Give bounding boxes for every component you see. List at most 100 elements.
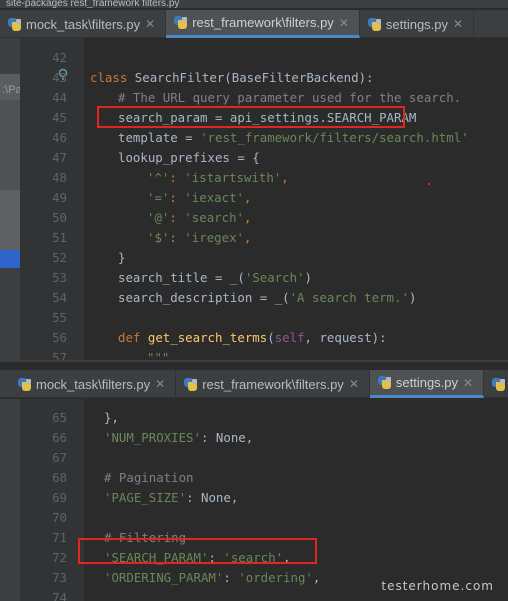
line-number: 48 [52,170,67,185]
line-number: 47 [52,150,67,165]
tab-label: mock_task\filters.py [36,376,151,392]
tab-settings[interactable]: settings.py ✕ [369,370,485,398]
bottom-tab-bar: mock_task\filters.py ✕ rest_framework\fi… [0,370,508,398]
tab-label: rest_framework\filters.py [202,376,344,392]
close-icon[interactable]: ✕ [453,17,463,31]
close-icon[interactable]: ✕ [339,16,349,30]
close-icon[interactable]: ✕ [349,377,359,391]
code-text: } [118,250,126,265]
tab-label: settings.py [385,16,449,32]
code-line: 65}, [0,408,508,428]
python-file-icon [377,376,391,389]
code-text: '$': 'iregex', [147,230,252,245]
tab-mock-task-filters[interactable]: mock_task\filters.py ✕ [0,10,167,38]
line-number: 53 [52,270,67,285]
code-text: '@': 'search', [147,210,252,225]
code-line: 49 '=': 'iexact', [0,188,508,208]
close-icon[interactable]: ✕ [145,17,155,31]
close-icon[interactable]: ✕ [155,377,165,391]
top-editor-pane: site-packages rest_framework filters.py … [0,0,508,360]
code-comment: # Pagination [104,470,194,485]
code-line: 44 # The URL query parameter used for the… [0,88,508,108]
tab-label: settings.py [395,375,459,390]
code-line: 46 template = 'rest_framework/filters/sea… [0,128,508,148]
line-number: 44 [52,90,67,105]
code-text: template = 'rest_framework/filters/searc… [118,130,469,145]
line-number: 70 [52,510,67,525]
line-number: 72 [52,550,67,565]
tab-label: rest_framework\filters.py [192,15,334,30]
highlight-box-search-param [97,106,405,128]
line-number: 56 [52,330,67,345]
tab-rest-framework-filters[interactable]: rest_framework\filters.py ✕ [176,370,370,398]
code-area[interactable]: 42 43 class SearchFilter(BaseFilterBacken… [0,48,508,360]
line-number: 74 [52,590,67,601]
code-line: 57 """ [0,348,508,360]
line-number: 52 [52,250,67,265]
line-number: 42 [52,50,67,65]
bottom-editor-pane: mock_task\filters.py ✕ rest_framework\fi… [0,360,508,601]
python-file-icon [184,377,198,391]
line-number: 55 [52,310,67,325]
code-text: class SearchFilter(BaseFilterBackend): [90,70,374,85]
watermark: testerhome.com [381,579,494,593]
code-text: search_title = _('Search') [118,270,312,285]
line-number: 68 [52,470,67,485]
code-line: 56 def get_search_terms(self, request): [0,328,508,348]
code-line: 52} [0,248,508,268]
line-number: 54 [52,290,67,305]
code-area[interactable]: 65}, 66 'NUM_PROXIES': None, 67 68 # Pagin… [0,408,508,601]
code-line: 43 class SearchFilter(BaseFilterBackend): [0,68,508,88]
code-line: 42 [0,48,508,68]
line-number: 67 [52,450,67,465]
close-icon[interactable]: ✕ [463,376,473,390]
stray-mark [428,183,430,185]
code-line: 55 [0,308,508,328]
line-number: 45 [52,110,67,125]
tab-settings[interactable]: settings.py ✕ [360,10,475,38]
code-line: 47 lookup_prefixes = { [0,148,508,168]
line-number: 66 [52,430,67,445]
code-text: 'ORDERING_PARAM': 'ordering', [104,570,321,585]
code-line: 48 '^': 'istartswith', [0,168,508,188]
code-text: '=': 'iexact', [147,190,252,205]
line-number: 43 [52,70,67,85]
code-line: 53 search_title = _('Search') [0,268,508,288]
tab-overflow[interactable] [484,370,507,398]
code-line: 66 'NUM_PROXIES': None, [0,428,508,448]
line-number: 69 [52,490,67,505]
code-text: }, [104,410,119,425]
line-number: 49 [52,190,67,205]
code-line: 67 [0,448,508,468]
line-number: 65 [52,410,67,425]
code-docstring: """ [147,350,170,360]
python-file-icon [367,17,381,31]
line-number: 73 [52,570,67,585]
tab-label: mock_task\filters.py [26,16,141,32]
line-number: 71 [52,530,67,545]
line-number: 57 [52,350,67,360]
code-text: search_description = _('A search term.') [118,290,417,305]
code-line: 51 '$': 'iregex', [0,228,508,248]
code-line: 50 '@': 'search', [0,208,508,228]
code-text: def get_search_terms(self, request): [118,330,387,345]
line-number: 51 [52,230,67,245]
line-number: 50 [52,210,67,225]
python-file-icon [174,16,188,29]
tab-rest-framework-filters[interactable]: rest_framework\filters.py ✕ [166,10,360,38]
code-text: 'NUM_PROXIES': None, [104,430,254,445]
code-line: 54 search_description = _('A search term.… [0,288,508,308]
code-line: 68 # Pagination [0,468,508,488]
line-number: 46 [52,130,67,145]
highlight-box-search-param-setting [78,538,317,564]
code-line: 69 'PAGE_SIZE': None, [0,488,508,508]
code-text: '^': 'istartswith', [147,170,289,185]
python-file-icon [492,377,506,391]
python-file-icon [18,377,31,391]
top-tab-bar: mock_task\filters.py ✕ rest_framework\fi… [0,10,508,38]
code-text: lookup_prefixes = { [118,150,260,165]
breadcrumb[interactable]: site-packages rest_framework filters.py [0,0,508,8]
code-line: 70 [0,508,508,528]
python-file-icon [8,17,21,31]
tab-mock-task-filters[interactable]: mock_task\filters.py ✕ [0,370,177,398]
